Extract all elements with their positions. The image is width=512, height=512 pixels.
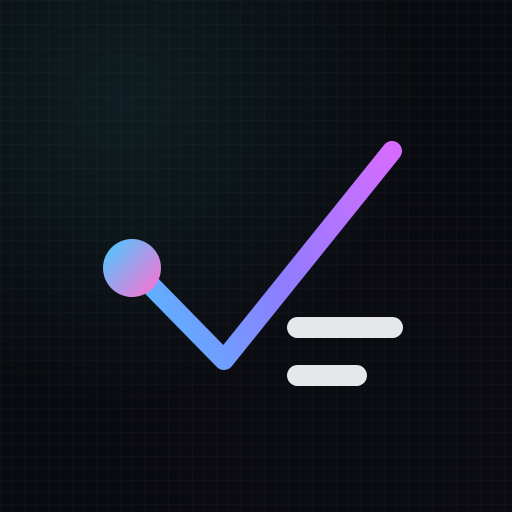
list-line-bottom-icon: [287, 365, 367, 386]
list-line-top-icon: [287, 317, 403, 338]
app-icon-canvas: [0, 0, 512, 512]
checklist-logo: [103, 141, 403, 386]
start-dot-icon: [103, 239, 161, 297]
